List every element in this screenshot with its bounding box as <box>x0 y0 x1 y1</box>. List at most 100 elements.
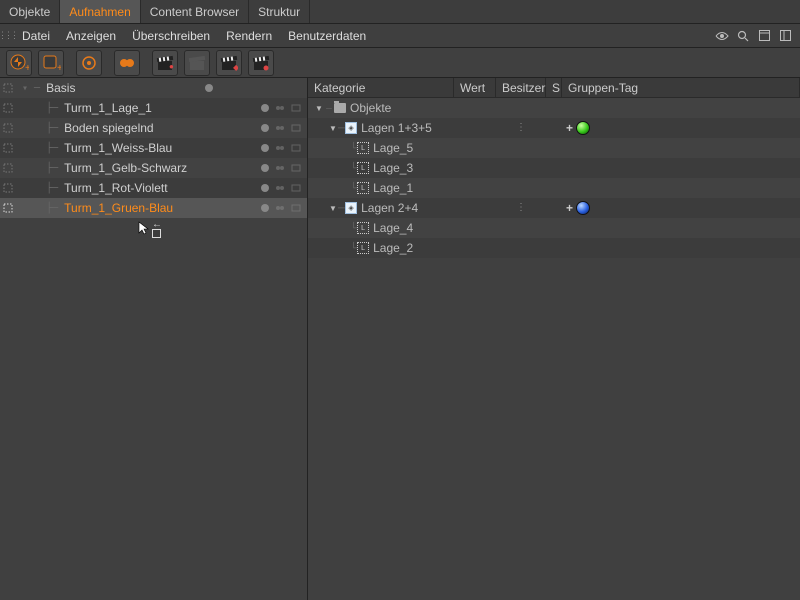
status-dot-icon[interactable] <box>205 84 213 92</box>
status-dot-icon[interactable] <box>261 164 269 172</box>
table-header: Kategorie Wert Besitzer S Gruppen-Tag <box>308 78 800 98</box>
row-target-icon[interactable] <box>0 143 16 153</box>
clapper4-button[interactable] <box>248 50 274 76</box>
mini-icon-1[interactable] <box>275 123 285 133</box>
take-row[interactable]: ▾ ─ Basis <box>0 78 307 98</box>
mini-icon-2[interactable] <box>291 163 301 173</box>
panel-icon[interactable] <box>778 29 792 43</box>
mini-icon-2[interactable] <box>291 203 301 213</box>
expand-icon[interactable]: ▼ <box>328 204 338 213</box>
status-dot-icon[interactable] <box>261 144 269 152</box>
tree-connector: ├─ <box>16 203 64 214</box>
search-icon[interactable] <box>736 29 750 43</box>
add-tag-icon[interactable]: + <box>566 201 573 215</box>
row-target-icon[interactable] <box>0 103 16 113</box>
status-dot-icon[interactable] <box>261 124 269 132</box>
menu-benutzerdaten[interactable]: Benutzerdaten <box>280 24 374 48</box>
svg-text:+: + <box>57 63 61 73</box>
header-gruppen-tag[interactable]: Gruppen-Tag <box>562 78 800 98</box>
row-icons <box>261 183 301 193</box>
window-icon[interactable] <box>757 29 771 43</box>
menu-ueberschreiben[interactable]: Überschreiben <box>124 24 218 48</box>
tab-content-browser[interactable]: Content Browser <box>141 0 249 23</box>
mini-icon-1[interactable] <box>275 143 285 153</box>
category-row[interactable]: ▼─◈Lagen 2+4 ⋮ + <box>308 198 800 218</box>
category-row[interactable]: ▼─Objekte <box>308 98 800 118</box>
take-row[interactable]: ├─ Turm_1_Gelb-Schwarz <box>0 158 307 178</box>
clapper3-button[interactable]: ◆ <box>216 50 242 76</box>
take-row[interactable]: ├─ Turm_1_Rot-Violett <box>0 178 307 198</box>
row-target-icon[interactable] <box>0 203 16 213</box>
category-cell: ▼─◈Lagen 2+4 <box>308 201 454 215</box>
status-dot-icon[interactable] <box>261 104 269 112</box>
link-button[interactable] <box>114 50 140 76</box>
category-row[interactable]: ▼─◈Lagen 1+3+5⋮+ <box>308 118 800 138</box>
expand-icon[interactable]: ▼ <box>314 104 324 113</box>
takes-tree: ▾ ─ Basis ├─ Turm_1_Lage_1 ├─ Boden spie… <box>0 78 308 600</box>
layer-icon: L <box>357 142 369 154</box>
row-target-icon[interactable] <box>0 83 16 93</box>
row-label: Lage_1 <box>373 181 413 195</box>
row-icons <box>261 203 301 213</box>
clapper2-button[interactable] <box>184 50 210 76</box>
mini-icon-2[interactable] <box>291 103 301 113</box>
take-row[interactable]: ├─ Boden spiegelnd <box>0 118 307 138</box>
mini-icon-1[interactable] <box>275 203 285 213</box>
tree-connector: ├─ <box>16 143 64 154</box>
header-s[interactable]: S <box>546 78 562 98</box>
category-row[interactable]: └LLage_1 <box>308 178 800 198</box>
header-kategorie[interactable]: Kategorie <box>308 78 454 98</box>
take-label: Boden spiegelnd <box>64 121 153 135</box>
category-cell: └LLage_3 <box>308 161 454 175</box>
take-label: Turm_1_Rot-Violett <box>64 181 167 195</box>
expand-icon[interactable]: ▼ <box>328 124 338 133</box>
take-label: Turm_1_Weiss-Blau <box>64 141 172 155</box>
tab-struktur[interactable]: Struktur <box>249 0 310 23</box>
menu-anzeigen[interactable]: Anzeigen <box>58 24 124 48</box>
header-wert[interactable]: Wert <box>454 78 496 98</box>
category-row[interactable]: └LLage_5 <box>308 138 800 158</box>
header-besitzer[interactable]: Besitzer <box>496 78 546 98</box>
tree-connector: ├─ <box>16 103 64 114</box>
status-dot-icon[interactable] <box>261 184 269 192</box>
take-row[interactable]: ├─ Turm_1_Gruen-Blau <box>0 198 307 218</box>
category-row[interactable]: └LLage_2 <box>308 238 800 258</box>
category-row[interactable]: └LLage_3 <box>308 158 800 178</box>
target-button[interactable] <box>76 50 102 76</box>
status-dot-icon[interactable] <box>261 204 269 212</box>
row-target-icon[interactable] <box>0 183 16 193</box>
take-add2-button[interactable]: + <box>38 50 64 76</box>
add-tag-icon[interactable]: + <box>566 121 573 135</box>
material-sphere-icon[interactable] <box>576 201 590 215</box>
row-icons <box>261 163 301 173</box>
tree-connector: ├─ <box>16 183 64 194</box>
mini-icon-2[interactable] <box>291 143 301 153</box>
tab-objekte[interactable]: Objekte <box>0 0 60 23</box>
take-add-button[interactable]: + <box>6 50 32 76</box>
category-cell: └LLage_1 <box>308 181 454 195</box>
mini-icon-2[interactable] <box>291 123 301 133</box>
row-target-icon[interactable] <box>0 163 16 173</box>
menu-rendern[interactable]: Rendern <box>218 24 280 48</box>
mini-icon-1[interactable] <box>275 163 285 173</box>
owner-handle-icon[interactable]: ⋮ <box>516 126 526 130</box>
tab-aufnahmen[interactable]: Aufnahmen <box>60 0 140 23</box>
mini-icon-1[interactable] <box>275 103 285 113</box>
mini-icon-1[interactable] <box>275 183 285 193</box>
take-row[interactable]: ├─ Turm_1_Lage_1 <box>0 98 307 118</box>
material-sphere-icon[interactable] <box>576 121 590 135</box>
layer-icon: L <box>357 222 369 234</box>
row-icons <box>261 123 301 133</box>
row-label: Lage_2 <box>373 241 413 255</box>
row-target-icon[interactable] <box>0 123 16 133</box>
category-row[interactable]: └LLage_4 <box>308 218 800 238</box>
menu-datei[interactable]: Datei <box>14 24 58 48</box>
eye-icon[interactable] <box>715 29 729 43</box>
attribute-panel: Kategorie Wert Besitzer S Gruppen-Tag ▼─… <box>308 78 800 600</box>
mini-icon-2[interactable] <box>291 183 301 193</box>
clapper1-button[interactable]: ● <box>152 50 178 76</box>
take-row[interactable]: ├─ Turm_1_Weiss-Blau <box>0 138 307 158</box>
svg-text:+: + <box>25 63 29 73</box>
tree-connector: ├─ <box>16 163 64 174</box>
owner-handle-icon[interactable]: ⋮ <box>516 206 526 210</box>
